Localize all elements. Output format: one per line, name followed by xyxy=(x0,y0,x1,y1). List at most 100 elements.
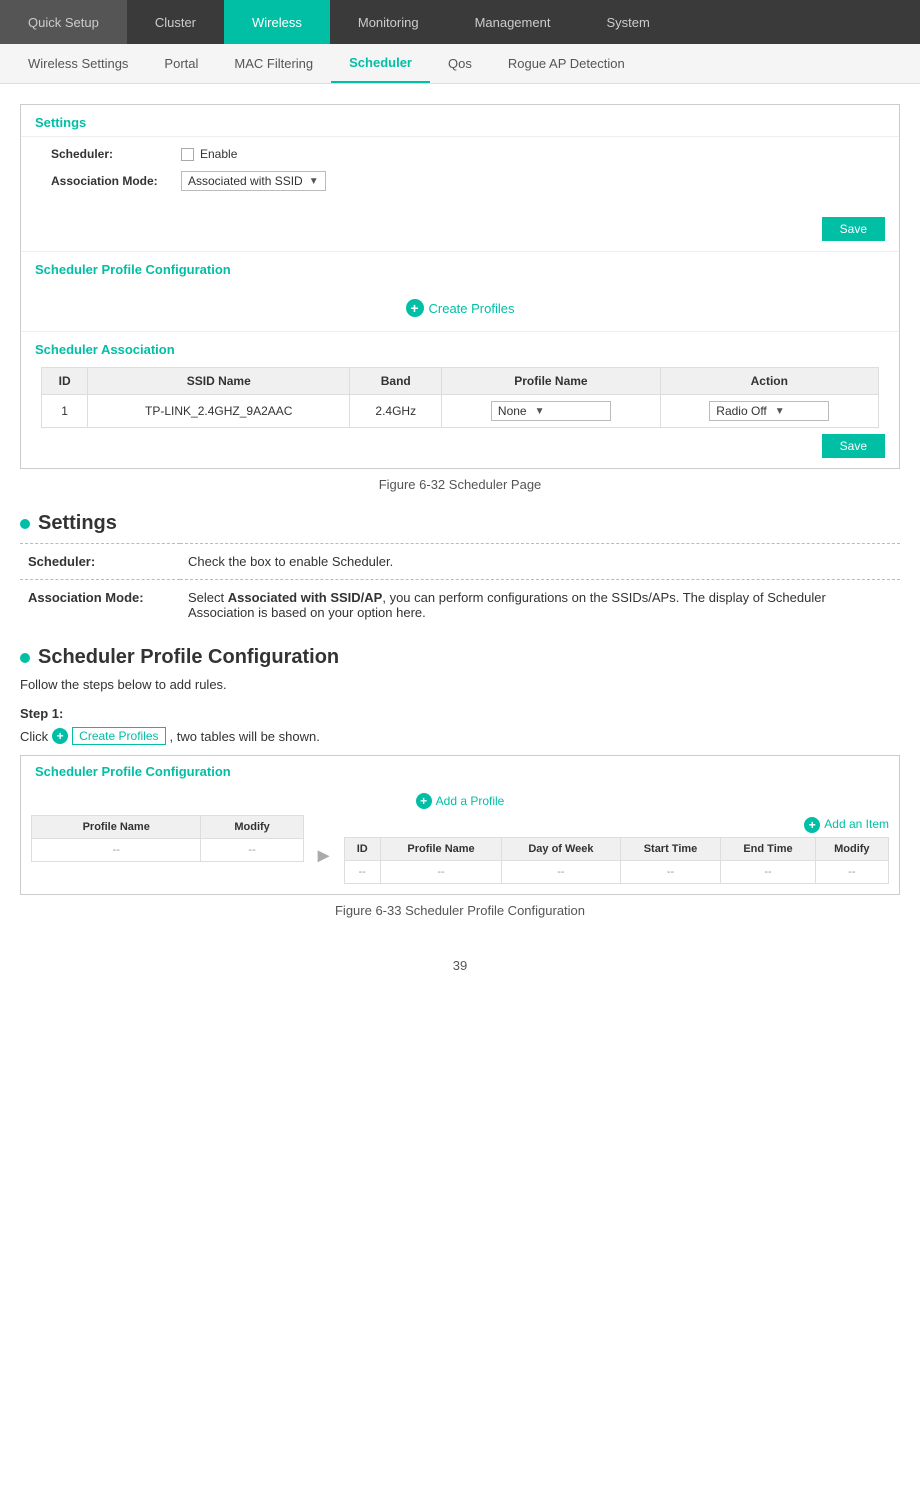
right-cell-profile-name: -- xyxy=(380,861,501,884)
profile-name-option: None xyxy=(498,404,527,418)
action-option: Radio Off xyxy=(716,404,766,418)
right-cell-end: -- xyxy=(721,861,815,884)
left-col-profile-name: Profile Name xyxy=(32,816,201,839)
table-row: 1 TP-LINK_2.4GHZ_9A2AAC 2.4GHz None ▼ Ra… xyxy=(42,395,879,428)
right-col-end-time: End Time xyxy=(721,838,815,861)
step1-text: Click + Create Profiles , two tables wil… xyxy=(20,727,900,745)
doc-row-association: Association Mode: Select Associated with… xyxy=(20,580,900,631)
chevron-down-icon: ▼ xyxy=(309,176,319,187)
doc-row-scheduler: Scheduler: Check the box to enable Sched… xyxy=(20,544,900,580)
add-profile-label: Add a Profile xyxy=(436,794,505,808)
add-item-plus-icon: + xyxy=(804,817,820,833)
cell-profile-name: None ▼ xyxy=(442,395,660,428)
scheduler-enable-text: Enable xyxy=(200,147,237,161)
top-nav: Quick Setup Cluster Wireless Monitoring … xyxy=(0,0,920,44)
nav-item-wireless[interactable]: Wireless xyxy=(224,0,330,44)
association-mode-label: Association Mode: xyxy=(51,174,181,188)
cell-ssid-name: TP-LINK_2.4GHZ_9A2AAC xyxy=(88,395,350,428)
doc-desc-scheduler: Check the box to enable Scheduler. xyxy=(180,544,900,580)
settings-doc-table: Scheduler: Check the box to enable Sched… xyxy=(20,543,900,630)
nav-item-monitoring[interactable]: Monitoring xyxy=(330,0,447,44)
doc-label-association: Association Mode: xyxy=(20,580,180,631)
right-cell-start: -- xyxy=(620,861,721,884)
nav-item-system[interactable]: System xyxy=(578,0,677,44)
add-profile-row[interactable]: + Add a Profile xyxy=(21,787,899,815)
settings-save-row: Save xyxy=(21,211,899,251)
step1-click-text: Click xyxy=(20,729,48,744)
right-col-modify: Modify xyxy=(815,838,888,861)
right-cell-id: -- xyxy=(344,861,380,884)
profile-right-table-container: + Add an Item ID Profile Name Day of Wee… xyxy=(344,815,889,884)
subnav-portal[interactable]: Portal xyxy=(146,44,216,83)
scheduler-value: Enable xyxy=(181,147,237,161)
profile-config-header-2: Scheduler Profile Configuration xyxy=(21,756,899,787)
right-cell-modify: -- xyxy=(815,861,888,884)
chevron-down-icon: ▼ xyxy=(535,406,545,417)
profile-config-header: Scheduler Profile Configuration xyxy=(35,262,885,281)
screenshot-1: Settings Scheduler: Enable Association M… xyxy=(20,104,900,469)
col-ssid-name: SSID Name xyxy=(88,368,350,395)
create-profiles-plus-icon: + xyxy=(406,299,424,317)
figure-caption-2: Figure 6-33 Scheduler Profile Configurat… xyxy=(20,903,900,918)
chevron-down-icon: ▼ xyxy=(775,406,785,417)
doc-section-settings-title: Settings xyxy=(20,512,900,535)
doc-section-settings: Settings Scheduler: Check the box to ena… xyxy=(20,512,900,630)
doc-section-profile-config: Scheduler Profile Configuration Follow t… xyxy=(20,646,900,918)
subnav-rogue-ap[interactable]: Rogue AP Detection xyxy=(490,44,643,83)
arrow-icon: ► xyxy=(314,815,334,868)
right-col-day-of-week: Day of Week xyxy=(502,838,620,861)
bullet-dot-icon-2 xyxy=(20,653,30,663)
association-mode-select[interactable]: Associated with SSID ▼ xyxy=(181,171,326,191)
association-mode-row: Association Mode: Associated with SSID ▼ xyxy=(51,171,869,191)
action-select[interactable]: Radio Off ▼ xyxy=(709,401,829,421)
doc-section-profile-title: Scheduler Profile Configuration xyxy=(20,646,900,669)
right-table-row: -- -- -- -- -- -- xyxy=(344,861,888,884)
inline-create-profiles-label[interactable]: Create Profiles xyxy=(72,727,165,745)
col-profile-name: Profile Name xyxy=(442,368,660,395)
profile-tables-row: Profile Name Modify -- -- ► xyxy=(21,815,899,894)
step1-label: Step 1: xyxy=(20,706,900,721)
profile-intro: Follow the steps below to add rules. xyxy=(20,677,900,692)
inline-plus-icon: + xyxy=(52,728,68,744)
left-cell-modify: -- xyxy=(201,839,303,862)
figure-caption-1: Figure 6-32 Scheduler Page xyxy=(20,477,900,492)
scheduler-row: Scheduler: Enable xyxy=(51,147,869,161)
add-item-row[interactable]: + Add an Item xyxy=(344,815,889,837)
doc-desc-association: Select Associated with SSID/AP, you can … xyxy=(180,580,900,631)
scheduler-association-table: ID SSID Name Band Profile Name Action 1 … xyxy=(41,367,879,428)
subnav-qos[interactable]: Qos xyxy=(430,44,490,83)
nav-item-management[interactable]: Management xyxy=(447,0,579,44)
screenshot-2: Scheduler Profile Configuration + Add a … xyxy=(20,755,900,895)
settings-save-button[interactable]: Save xyxy=(822,217,885,241)
subnav-scheduler[interactable]: Scheduler xyxy=(331,44,430,83)
cell-band: 2.4GHz xyxy=(350,395,442,428)
left-cell-profile-name: -- xyxy=(32,839,201,862)
left-col-modify: Modify xyxy=(201,816,303,839)
left-table-row: -- -- xyxy=(32,839,304,862)
settings-section-body: Scheduler: Enable Association Mode: Asso… xyxy=(21,137,899,211)
subnav-mac-filtering[interactable]: MAC Filtering xyxy=(216,44,331,83)
association-save-button[interactable]: Save xyxy=(822,434,885,458)
create-profiles-row[interactable]: + Create Profiles xyxy=(21,285,899,331)
add-profile-plus-icon: + xyxy=(416,793,432,809)
right-cell-day: -- xyxy=(502,861,620,884)
step1-suffix-text: , two tables will be shown. xyxy=(170,729,320,744)
settings-section-header: Settings xyxy=(21,105,899,137)
association-mode-value: Associated with SSID ▼ xyxy=(181,171,326,191)
doc-label-scheduler: Scheduler: xyxy=(20,544,180,580)
cell-action: Radio Off ▼ xyxy=(660,395,878,428)
add-item-label: Add an Item xyxy=(824,817,889,833)
subnav-wireless-settings[interactable]: Wireless Settings xyxy=(10,44,146,83)
page-number: 39 xyxy=(20,938,900,983)
nav-item-quick-setup[interactable]: Quick Setup xyxy=(0,0,127,44)
left-profile-table: Profile Name Modify -- -- xyxy=(31,815,304,862)
profile-name-select[interactable]: None ▼ xyxy=(491,401,611,421)
create-profiles-label: Create Profiles xyxy=(429,301,515,316)
scheduler-checkbox[interactable] xyxy=(181,148,194,161)
profile-left-table-container: Profile Name Modify -- -- xyxy=(31,815,304,862)
right-col-start-time: Start Time xyxy=(620,838,721,861)
bullet-dot-icon xyxy=(20,519,30,529)
main-content: Settings Scheduler: Enable Association M… xyxy=(0,84,920,1003)
col-id: ID xyxy=(42,368,88,395)
nav-item-cluster[interactable]: Cluster xyxy=(127,0,224,44)
